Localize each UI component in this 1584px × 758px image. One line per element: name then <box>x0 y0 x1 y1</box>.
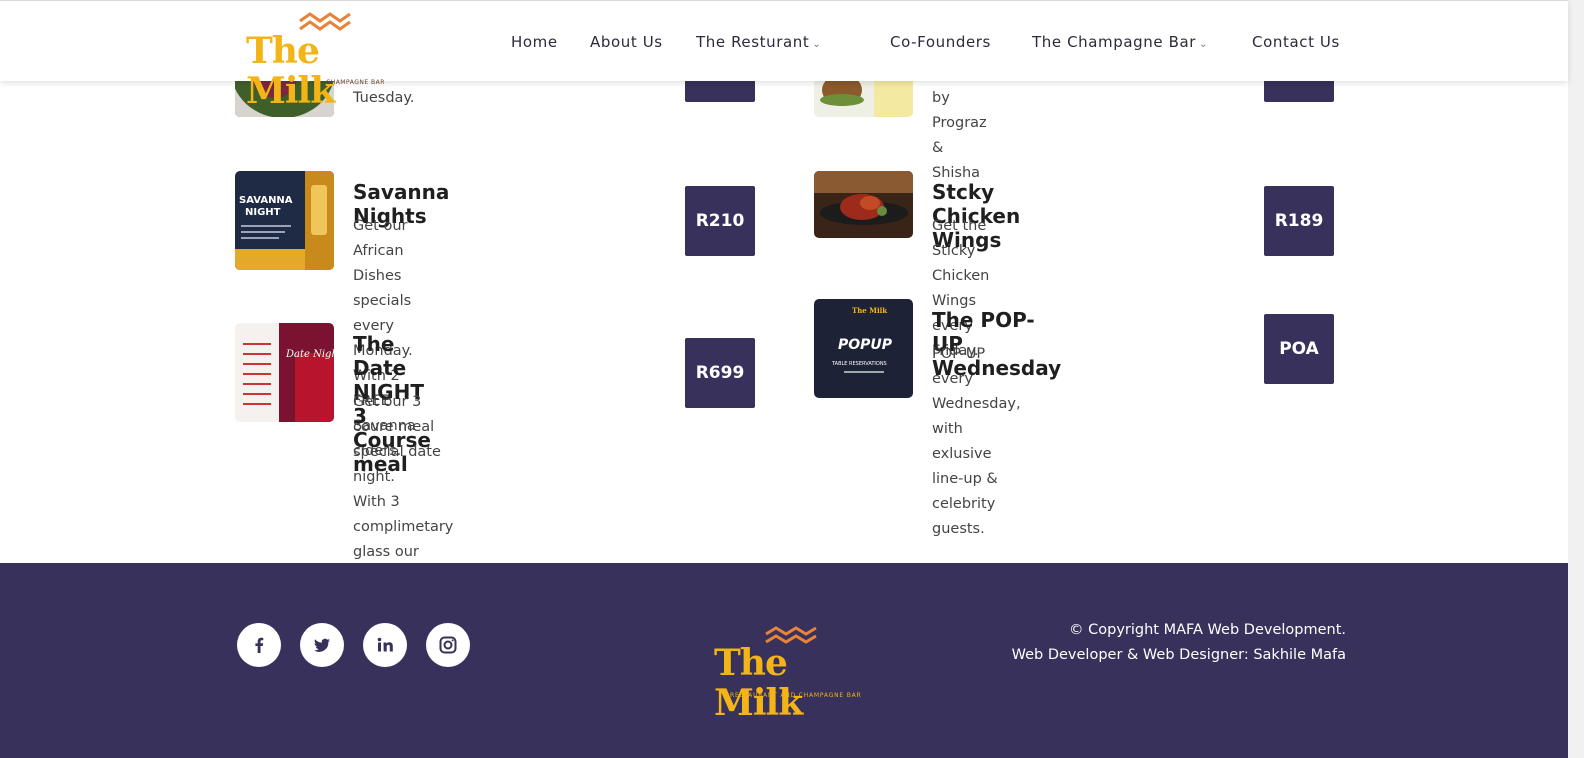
svg-text:SAVANNA: SAVANNA <box>239 195 293 206</box>
menu-item-description: POP-UP every Wednesday, with exlusive li… <box>932 346 1021 537</box>
svg-text:The Milk: The Milk <box>852 306 887 315</box>
svg-text:NIGHT: NIGHT <box>245 207 281 218</box>
footer-credit: Web Developer & Web Designer: Sakhile Ma… <box>1011 647 1346 663</box>
instagram-icon <box>439 636 457 654</box>
chicken-wings-image <box>814 171 913 238</box>
date-night-poster: Date Night <box>235 323 334 422</box>
nav-the-resturant[interactable]: The Resturant ⌄ <box>696 31 821 53</box>
linkedin-icon <box>377 637 393 652</box>
nav-cofounders-label: Co-Founders <box>890 33 991 51</box>
menu-item-price: R210 <box>685 186 755 256</box>
svg-text:Date Night: Date Night <box>285 349 334 360</box>
menu-item-price: POA <box>1264 314 1334 384</box>
twitter-icon <box>314 638 330 652</box>
page-scrollbar[interactable] <box>1568 0 1584 758</box>
logo-text: The Milk <box>246 30 335 112</box>
menu-item-price: R189 <box>1264 186 1334 256</box>
instagram-button[interactable] <box>426 623 470 667</box>
svg-text:TABLE RESERVATIONS: TABLE RESERVATIONS <box>831 361 887 367</box>
nav-about-us[interactable]: About Us <box>590 31 663 53</box>
site-logo[interactable]: The Milk CHAMPAGNE BAR <box>246 11 406 111</box>
logo-tagline: CHAMPAGNE BAR <box>326 79 385 86</box>
linkedin-button[interactable] <box>363 623 407 667</box>
nav-champagne-label: The Champagne Bar <box>1032 33 1197 51</box>
nav-about-label: About Us <box>590 33 663 51</box>
nav-co-founders[interactable]: Co-Founders <box>890 31 991 53</box>
footer-logo-text: The Milk <box>714 642 803 724</box>
menu-item-image: Date Night <box>235 323 334 422</box>
menu-item-description: by Prograz & Shisha <box>932 90 987 181</box>
chevron-down-icon: ⌄ <box>1199 39 1209 50</box>
nav-resturant-label: The Resturant <box>696 33 810 51</box>
facebook-icon <box>255 637 264 653</box>
menu-item-price: R699 <box>685 338 755 408</box>
nav-contact-label: Contact Us <box>1252 33 1340 51</box>
nav-home[interactable]: Home <box>511 31 558 53</box>
chevron-down-icon: ⌄ <box>812 39 822 50</box>
menu-item-image: The Milk POPUP TABLE RESERVATIONS <box>814 299 913 398</box>
menu-item-description: Get our 3 coure meal special date night.… <box>353 394 454 585</box>
savanna-night-poster: SAVANNA NIGHT <box>235 171 334 270</box>
popup-poster: The Milk POPUP TABLE RESERVATIONS <box>814 299 913 398</box>
nav-the-champagne-bar[interactable]: The Champagne Bar ⌄ <box>1032 31 1208 53</box>
menu-item-image <box>814 171 913 238</box>
nav-contact-us[interactable]: Contact Us <box>1252 31 1340 53</box>
footer-logo-tagline: RESTAURANT AND CHAMPAGNE BAR <box>730 692 862 699</box>
footer-logo[interactable]: The Milk RESTAURANT AND CHAMPAGNE BAR <box>712 625 872 723</box>
svg-text:POPUP: POPUP <box>838 337 893 353</box>
menu-item-image: SAVANNA NIGHT <box>235 171 334 270</box>
twitter-button[interactable] <box>300 623 344 667</box>
facebook-button[interactable] <box>237 623 281 667</box>
nav-home-label: Home <box>511 33 558 51</box>
footer-copyright: © Copyright MAFA Web Development. <box>1069 622 1346 638</box>
site-header: The Milk CHAMPAGNE BAR Home About Us The… <box>0 0 1568 111</box>
